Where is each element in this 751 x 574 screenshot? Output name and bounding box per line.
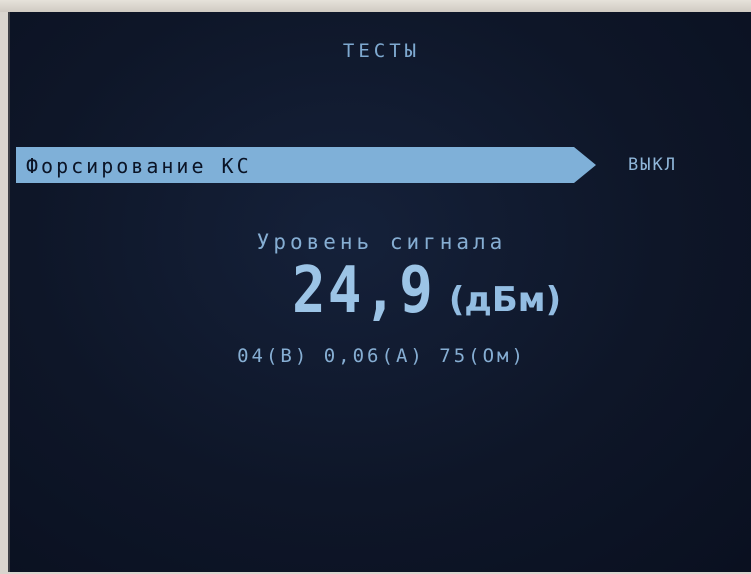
menu-item-label: Форсирование КС [26, 154, 252, 178]
signal-level-unit: (дБм) [448, 280, 562, 320]
electrical-readings: 04(В) 0,06(А) 75(Ом) [237, 345, 526, 367]
signal-level-value: 24,9 [292, 253, 435, 329]
menu-item-value[interactable]: ВЫКЛ [628, 155, 677, 175]
device-bezel [0, 0, 751, 12]
screen-title: ТЕСТЫ [342, 40, 421, 62]
signal-level-label: Уровень сигнала [256, 230, 507, 254]
lcd-screen: ТЕСТЫ Форсирование КС ВЫКЛ Уровень сигна… [8, 12, 751, 572]
signal-level-readout: 24,9 (дБм) [292, 253, 562, 329]
menu-item-forcing[interactable]: Форсирование КС [16, 147, 596, 183]
